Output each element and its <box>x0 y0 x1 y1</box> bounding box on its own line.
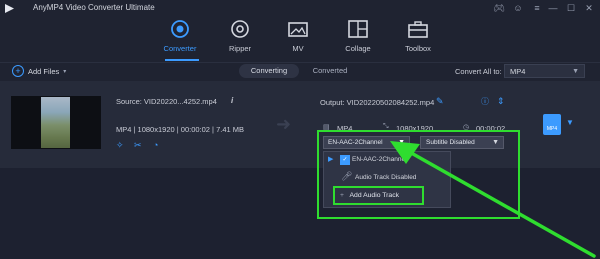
chevron-down-icon[interactable]: ▾ <box>63 68 66 75</box>
chevron-down-icon: ▼ <box>572 68 579 75</box>
source-meta: MP4 | 1080x1920 | 00:00:02 | 7.41 MB <box>116 125 245 134</box>
ripper-icon <box>231 20 249 38</box>
minimize-icon[interactable]: — <box>547 2 559 14</box>
info-circle-icon[interactable]: ⓘ <box>481 96 489 107</box>
edit-star-icon[interactable]: ✧ <box>116 140 124 151</box>
tab-collage[interactable]: Collage <box>328 20 388 53</box>
mv-icon <box>288 22 308 37</box>
maximize-icon[interactable]: ☐ <box>565 2 577 14</box>
add-icon: + <box>12 65 24 77</box>
tab-ripper-label: Ripper <box>228 44 252 53</box>
convert-all-label: Convert All to: <box>455 67 502 76</box>
tab-converter[interactable]: Converter <box>150 20 210 53</box>
arrow-right-icon: ➜ <box>276 114 292 134</box>
source-filename: Source: VID20220...4252.mp4 <box>116 97 217 106</box>
tab-ripper[interactable]: Ripper <box>210 20 270 53</box>
converter-icon <box>171 20 189 38</box>
chevron-down-icon[interactable]: ▼ <box>566 118 574 127</box>
collage-icon <box>348 20 368 38</box>
app-title: AnyMP4 Video Converter Ultimate <box>33 3 155 12</box>
palette-icon[interactable]: ◔ <box>153 140 158 150</box>
convert-all-select[interactable]: MP4 ▼ <box>504 64 585 78</box>
active-tab-indicator <box>165 59 199 61</box>
tab-collage-label: Collage <box>345 44 371 53</box>
add-files-button[interactable]: + Add Files ▾ <box>12 65 66 77</box>
output-format-badge[interactable]: MP4 <box>543 114 561 135</box>
gamepad-icon[interactable]: 🎮︎ <box>493 2 505 14</box>
tab-converted[interactable]: Converted <box>305 64 355 78</box>
edit-pencil-icon[interactable]: ✎ <box>436 96 444 107</box>
add-files-label: Add Files <box>28 66 60 76</box>
format-badge-label: MP4 <box>546 126 558 132</box>
tab-toolbox[interactable]: Toolbox <box>388 20 448 53</box>
tab-converting[interactable]: Converting <box>239 64 299 78</box>
tab-toolbox-label: Toolbox <box>405 44 431 53</box>
app-logo-icon <box>5 4 14 13</box>
annotation-arrow-icon <box>390 141 596 258</box>
profile-icon[interactable]: ☺ <box>512 2 524 14</box>
close-icon[interactable]: ✕ <box>583 2 595 14</box>
menu-icon[interactable]: ≡ <box>531 2 543 14</box>
pin-icon[interactable]: ⇕ <box>497 96 505 107</box>
output-filename: Output: VID20220502084252.mp4 <box>320 98 435 107</box>
tab-converter-label: Converter <box>163 44 197 53</box>
cut-icon[interactable]: ✂ <box>134 140 142 151</box>
tab-mv-label: MV <box>292 44 304 53</box>
toolbox-icon <box>408 21 428 38</box>
convert-all-value: MP4 <box>510 67 526 76</box>
info-icon[interactable]: i <box>231 96 233 105</box>
thumbnail-image <box>41 97 70 148</box>
tab-mv[interactable]: MV <box>268 20 328 53</box>
